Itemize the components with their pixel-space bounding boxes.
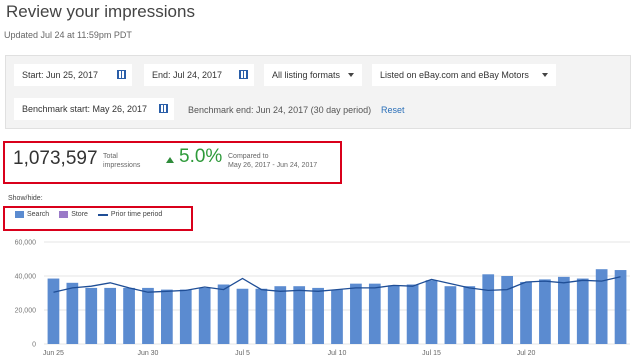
calendar-icon[interactable]	[239, 70, 248, 79]
search-bar	[350, 283, 362, 344]
highlight-box-legend	[3, 206, 193, 231]
search-swatch	[15, 211, 24, 218]
search-bar	[255, 288, 268, 344]
search-bar	[104, 287, 117, 344]
search-bar	[482, 274, 495, 344]
legend-search-label: Search	[27, 211, 50, 218]
arrow-up-icon	[166, 157, 174, 163]
site-dropdown[interactable]: Listed on eBay.com and eBay Motors	[372, 64, 556, 86]
chart-legend: Search Store Prior time period	[15, 211, 172, 218]
legend-prior-toggle[interactable]: Prior time period	[97, 211, 163, 218]
calendar-icon[interactable]	[159, 104, 168, 113]
x-tick-label: Jul 5	[235, 350, 250, 357]
search-bar	[501, 276, 513, 344]
x-axis: Jun 25 Jun 30 Jul 5 Jul 10 Jul 15 Jul 20	[43, 350, 536, 357]
end-date-picker[interactable]: End: Jul 24, 2017	[144, 64, 254, 86]
search-bars	[47, 269, 627, 344]
listing-format-value: All listing formats	[272, 70, 341, 80]
y-tick-label: 20,000	[15, 308, 37, 315]
search-bar	[444, 286, 457, 344]
y-tick-label: 40,000	[15, 274, 37, 281]
start-date-label: Start: Jun 25, 2017	[22, 70, 99, 80]
search-bar	[179, 289, 192, 344]
benchmark-start-label: Benchmark start: May 26, 2017	[22, 104, 148, 114]
show-hide-label: Show/hide:	[8, 195, 43, 202]
benchmark-start-picker[interactable]: Benchmark start: May 26, 2017	[14, 98, 174, 120]
x-tick-label: Jul 15	[422, 350, 441, 357]
impressions-chart: 60,000 40,000 20,000 0 Jun 25 Jun 30 Jul 5 Jul…	[15, 240, 630, 357]
x-tick-label: Jul 20	[517, 350, 536, 357]
change-percent: 5.0%	[179, 146, 223, 167]
y-tick-label: 60,000	[15, 240, 37, 247]
page-title: Review your impressions	[6, 2, 195, 21]
updated-timestamp: Updated Jul 24 at 11:59pm PDT	[4, 30, 132, 40]
legend-prior-label: Prior time period	[110, 211, 163, 218]
search-bar	[463, 286, 476, 344]
end-date-label: End: Jul 24, 2017	[152, 70, 223, 80]
legend-store-label: Store	[71, 211, 88, 218]
y-tick-label: 0	[32, 342, 36, 349]
search-bar	[85, 287, 98, 344]
store-swatch	[59, 211, 69, 218]
total-impressions-value: 1,073,597	[13, 148, 98, 169]
start-date-picker[interactable]: Start: Jun 25, 2017	[14, 64, 132, 86]
search-bar	[66, 282, 79, 344]
y-axis: 60,000 40,000 20,000 0	[15, 240, 37, 349]
search-bar	[557, 276, 570, 344]
filter-panel: Start: Jun 25, 2017 End: Jul 24, 2017 Al…	[5, 55, 631, 129]
search-bar	[47, 278, 60, 344]
comparison-label: Compared to May 26, 2017 - Jun 24, 2017	[228, 153, 318, 169]
prior-period-line	[53, 276, 621, 293]
search-bar	[539, 279, 551, 344]
search-bar	[161, 289, 173, 344]
listing-format-dropdown[interactable]: All listing formats	[264, 64, 362, 86]
benchmark-end-text: Benchmark end: Jun 24, 2017 (30 day peri…	[188, 105, 372, 115]
search-bar	[368, 283, 381, 344]
search-bar	[576, 278, 589, 344]
x-tick-label: Jul 10	[328, 350, 347, 357]
calendar-icon[interactable]	[117, 70, 126, 79]
search-bar	[406, 284, 419, 344]
search-bar	[198, 287, 211, 344]
reset-link[interactable]: Reset	[381, 105, 405, 115]
search-bar	[331, 289, 343, 344]
legend-store-toggle[interactable]: Store	[59, 211, 88, 218]
search-bar	[236, 288, 249, 344]
search-bar	[123, 287, 135, 344]
chevron-down-icon	[348, 73, 354, 77]
search-bar	[425, 280, 438, 344]
search-bar	[520, 281, 532, 344]
prior-line-swatch	[97, 213, 108, 216]
search-bar	[387, 285, 400, 344]
search-bar	[293, 286, 306, 344]
site-value: Listed on eBay.com and eBay Motors	[380, 70, 529, 80]
chevron-down-icon	[542, 73, 548, 77]
x-tick-label: Jun 25	[43, 350, 64, 357]
search-bar	[614, 270, 627, 344]
x-tick-label: Jun 30	[137, 350, 158, 357]
search-bar	[142, 287, 154, 344]
search-bar	[217, 284, 230, 344]
search-bar	[274, 286, 287, 344]
total-impressions-label: Total impressions	[103, 153, 141, 169]
search-bar	[312, 287, 324, 344]
legend-search-toggle[interactable]: Search	[15, 211, 49, 218]
